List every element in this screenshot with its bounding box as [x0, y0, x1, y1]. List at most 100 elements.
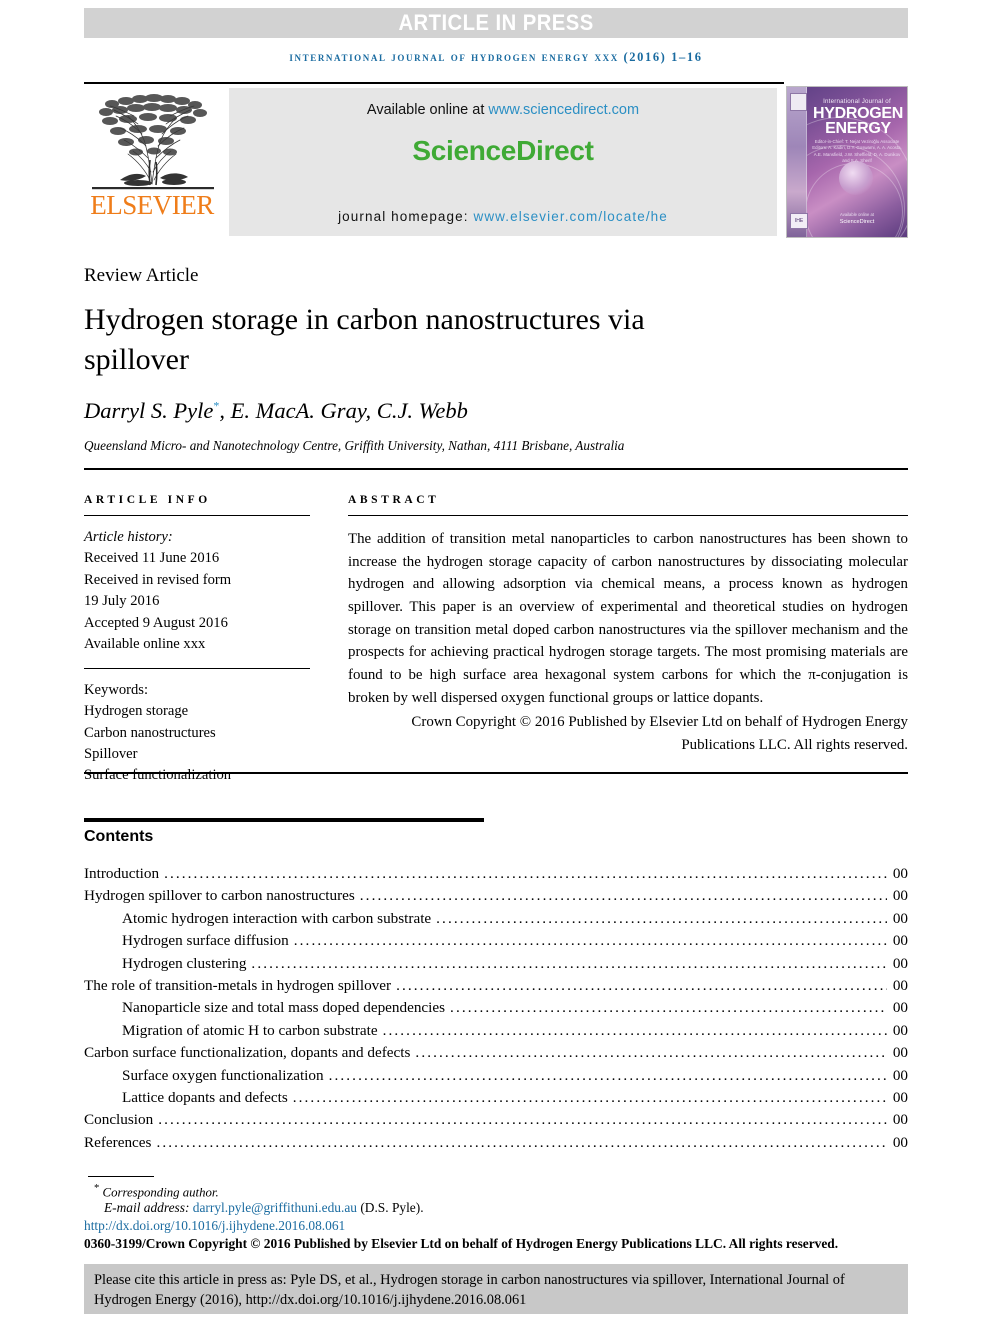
toc-entry[interactable]: Hydrogen clustering.....................…: [84, 954, 908, 972]
toc-entry-page: 00: [892, 1111, 908, 1129]
author-rest: , E. MacA. Gray, C.J. Webb: [219, 398, 468, 423]
available-online-line: Available online at www.sciencedirect.co…: [229, 102, 777, 118]
masthead-top-rule: [84, 82, 784, 84]
toc-entry-label: Migration of atomic H to carbon substrat…: [122, 1021, 378, 1039]
sciencedirect-banner: Available online at www.sciencedirect.co…: [229, 88, 777, 236]
abstract-bottom-rule: [84, 772, 908, 774]
email-link[interactable]: darryl.pyle@griffithuni.edu.au: [193, 1200, 357, 1215]
cover-sciencedirect-label: ScienceDirect: [839, 219, 875, 225]
toc-leader-dots: ........................................…: [156, 1134, 887, 1150]
article-history-label: Article history:: [84, 529, 173, 545]
toc-leader-dots: ........................................…: [382, 1022, 887, 1038]
toc-entry[interactable]: Atomic hydrogen interaction with carbon …: [84, 911, 908, 926]
elsevier-logo: ELSEVIER: [84, 86, 222, 238]
toc-entry[interactable]: Nanoparticle size and total mass doped d…: [84, 1000, 908, 1015]
corresponding-author-note: * Corresponding author.: [94, 1183, 219, 1200]
cover-sciencedirect-mark: Available online at ScienceDirect: [812, 212, 902, 225]
sciencedirect-link[interactable]: www.sciencedirect.com: [488, 102, 639, 118]
cover-sciencedirect-tiny: Available online at: [840, 212, 874, 217]
toc-entry[interactable]: Carbon surface functionalization, dopant…: [84, 1045, 908, 1060]
doi-link[interactable]: http://dx.doi.org/10.1016/j.ijhydene.201…: [84, 1218, 345, 1234]
article-info-rule: [84, 515, 310, 516]
toc-entry[interactable]: Surface oxygen functionalization........…: [84, 1066, 908, 1084]
author-first: Darryl S. Pyle: [84, 398, 214, 423]
author-affiliation: Queensland Micro- and Nanotechnology Cen…: [84, 438, 625, 453]
toc-entry-page: 00: [892, 909, 908, 927]
toc-entry[interactable]: Lattice dopants and defects.............…: [84, 1090, 908, 1105]
toc-entry[interactable]: Migration of atomic H to carbon substrat…: [84, 1023, 908, 1038]
toc-leader-dots: ........................................…: [436, 910, 887, 926]
keyword-item: Surface functionalization: [84, 767, 232, 784]
email-label: E-mail address:: [104, 1200, 190, 1215]
article-history-item: Received in revised form: [84, 571, 232, 588]
toc-entry-label: Hydrogen clustering: [122, 954, 247, 972]
toc-entry-label: Atomic hydrogen interaction with carbon …: [122, 909, 432, 927]
cover-ihe-mark: IHE: [790, 213, 808, 229]
corresponding-author-text: Corresponding author.: [102, 1185, 219, 1200]
toc-leader-dots: ........................................…: [415, 1045, 887, 1061]
please-cite-box: Please cite this article in press as: Py…: [84, 1264, 908, 1314]
table-of-contents: Introduction............................…: [84, 866, 908, 1157]
toc-entry[interactable]: Hydrogen spillover to carbon nanostructu…: [84, 888, 908, 903]
journal-running-head: International Journal of Hydrogen Energy…: [289, 50, 703, 64]
toc-entry[interactable]: References..............................…: [84, 1133, 908, 1151]
toc-entry-page: 00: [892, 932, 908, 950]
contents-heading: Contents: [84, 828, 154, 845]
toc-entry-page: 00: [892, 954, 908, 972]
toc-entry[interactable]: Introduction............................…: [84, 866, 908, 881]
cover-journal-prefix: International Journal of: [823, 98, 891, 105]
footnote-rule: [88, 1176, 154, 1177]
toc-leader-dots: ........................................…: [328, 1067, 887, 1083]
toc-entry-label: Conclusion: [84, 1111, 154, 1129]
article-history-item: Received 11 June 2016: [84, 550, 220, 567]
abstract-text: The addition of transition metal nanopar…: [348, 531, 908, 706]
toc-entry-label: Hydrogen surface diffusion: [122, 932, 289, 950]
toc-leader-dots: ........................................…: [293, 933, 887, 949]
toc-leader-dots: ........................................…: [164, 866, 887, 882]
toc-entry[interactable]: Hydrogen surface diffusion..............…: [84, 933, 908, 948]
toc-leader-dots: ........................................…: [396, 977, 887, 994]
journal-masthead: ELSEVIER Available online at www.science…: [84, 86, 908, 238]
toc-entry-page: 00: [892, 1044, 908, 1062]
article-history-item: Accepted 9 August 2016: [84, 614, 228, 631]
toc-leader-dots: ........................................…: [359, 888, 887, 904]
toc-leader-dots: ........................................…: [450, 1000, 887, 1016]
toc-entry-label: Nanoparticle size and total mass doped d…: [122, 999, 446, 1017]
toc-entry-label: The role of transition-metals in hydroge…: [84, 976, 392, 994]
toc-entry-label: Lattice dopants and defects: [122, 1088, 288, 1106]
journal-cover-thumbnail: IHE International Journal of HYDROGEN EN…: [786, 86, 908, 238]
keyword-item: Hydrogen storage: [84, 703, 189, 720]
toc-entry[interactable]: Conclusion..............................…: [84, 1112, 908, 1127]
cover-glow-circle: [839, 161, 873, 195]
toc-entry-page: 00: [892, 865, 908, 882]
elsevier-wordmark: ELSEVIER: [90, 190, 214, 220]
email-note: E-mail address: darryl.pyle@griffithuni.…: [104, 1200, 424, 1216]
toc-entry-page: 00: [892, 999, 908, 1017]
toc-entry-label: Hydrogen spillover to carbon nanostructu…: [84, 887, 355, 905]
article-info-heading: ARTICLE INFO: [84, 494, 211, 506]
toc-entry-page: 00: [892, 887, 908, 905]
toc-entry-page: 00: [892, 976, 908, 994]
cover-elsevier-mark: [790, 93, 807, 111]
keywords-block: Keywords: Hydrogen storage Carbon nanost…: [84, 680, 310, 787]
toc-entry[interactable]: The role of transition-metals in hydroge…: [84, 978, 908, 993]
keywords-rule: [84, 667, 310, 669]
cover-editors: Editor-in-Chief: T. Nejat Veziroğlu Asso…: [812, 139, 902, 164]
toc-leader-dots: ........................................…: [158, 1112, 887, 1128]
page-title: Hydrogen storage in carbon nanostructure…: [84, 303, 645, 376]
article-first-page: ARTICLE IN PRESS International Journal o…: [0, 0, 992, 1323]
keywords-label: Keywords:: [84, 681, 149, 698]
cover-journal-title-line2: ENERGY: [825, 120, 891, 137]
sciencedirect-logo: ScienceDirect: [412, 135, 594, 166]
corresponding-author-note-marker: *: [94, 1183, 100, 1194]
article-history-item: 19 July 2016: [84, 593, 160, 610]
toc-leader-dots: ........................................…: [292, 1089, 887, 1106]
article-type: Review Article: [84, 265, 199, 286]
abstract-heading: ABSTRACT: [348, 494, 440, 506]
journal-homepage-link[interactable]: www.elsevier.com/locate/he: [473, 209, 667, 224]
article-info-column: ARTICLE INFO Article history: Received 1…: [84, 494, 310, 787]
toc-entry-page: 00: [892, 1066, 908, 1084]
toc-entry-label: References: [84, 1133, 152, 1151]
toc-entry-page: 00: [892, 1088, 908, 1106]
keyword-item: Carbon nanostructures: [84, 724, 216, 741]
